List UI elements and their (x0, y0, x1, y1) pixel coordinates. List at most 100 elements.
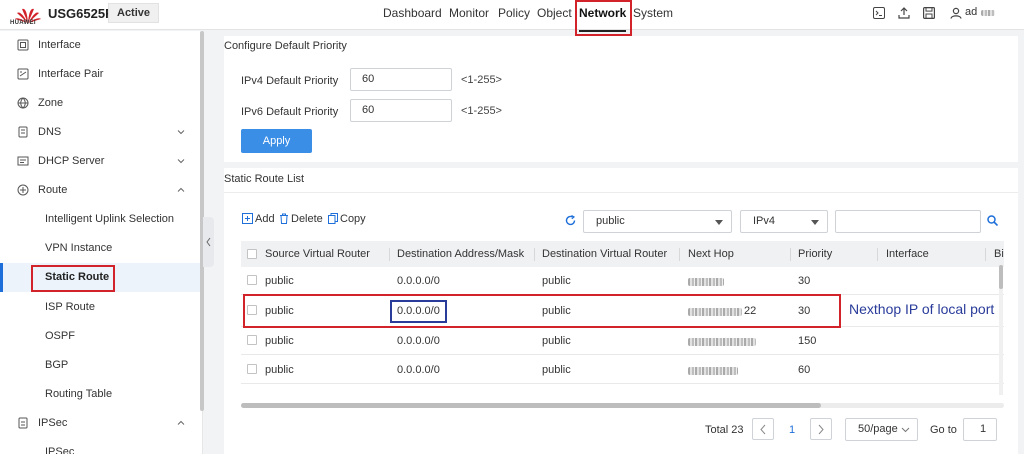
source-vr-cell: public (265, 275, 294, 287)
chevron-down-icon[interactable] (176, 156, 186, 166)
sidebar-item-ipsec[interactable]: IPSec (0, 409, 200, 438)
total-count: Total 23 (705, 424, 744, 436)
user-icon[interactable] (950, 7, 962, 19)
column-header[interactable]: Next Hop (688, 248, 734, 260)
sidebar-item-interface-pair[interactable]: Interface Pair (0, 60, 200, 89)
sidebar-item-label: Route (38, 184, 68, 196)
delete-button[interactable]: Delete (279, 213, 323, 225)
add-button[interactable]: Add (242, 213, 275, 225)
sidebar-item-bgp[interactable]: BGP (0, 351, 200, 380)
row-divider (241, 354, 1004, 355)
search-icon[interactable] (987, 215, 998, 226)
sidebar-item-label: Interface Pair (38, 68, 104, 80)
chevron-left-icon (206, 237, 211, 247)
column-header[interactable]: Destination Virtual Router (542, 248, 667, 260)
row-checkbox[interactable] (247, 275, 257, 285)
column-header[interactable]: Priority (798, 248, 832, 260)
network-highlight-box (575, 0, 632, 36)
redacted-ip (688, 278, 724, 286)
sidebar-item-dns[interactable]: DNS (0, 118, 200, 147)
redacted-user (981, 10, 995, 16)
search-input[interactable] (835, 210, 981, 233)
column-header[interactable]: Bi (994, 248, 1004, 260)
table-header: Source Virtual Router Destination Addres… (241, 241, 1004, 267)
sidebar-item-intelligent-uplink[interactable]: Intelligent Uplink Selection (0, 205, 200, 234)
sidebar-item-zone[interactable]: Zone (0, 89, 200, 118)
scroll-thumb[interactable] (241, 403, 821, 408)
sidebar-item-ipsec-child[interactable]: IPSec (0, 438, 200, 454)
priority-cell: 30 (798, 275, 811, 287)
interface-icon (17, 39, 29, 51)
nav-monitor[interactable]: Monitor (449, 0, 489, 30)
goto-page-input[interactable]: 1 (963, 418, 997, 441)
add-label: Add (255, 213, 275, 225)
sidebar-item-interface[interactable]: Interface (0, 31, 200, 60)
upload-icon[interactable] (898, 7, 910, 19)
nav-system[interactable]: System (633, 0, 673, 30)
sidebar-item-label: IPSec (45, 446, 75, 454)
sidebar: Interface Interface Pair Zone DNS DHCP S… (0, 31, 204, 454)
user-name[interactable]: ad (965, 6, 977, 18)
sidebar-item-label: DHCP Server (38, 155, 105, 167)
destination-vr-cell: public (542, 364, 571, 376)
row-checkbox[interactable] (247, 335, 257, 345)
trash-icon (280, 213, 288, 224)
prev-page-button[interactable] (752, 418, 774, 440)
ipv6-priority-label: IPv6 Default Priority (241, 106, 339, 118)
sidebar-item-route[interactable]: Route (0, 176, 200, 205)
table-horizontal-scrollbar[interactable] (241, 403, 1004, 408)
ipv6-priority-input[interactable]: 60 (350, 99, 452, 122)
chevron-up-icon[interactable] (176, 418, 186, 428)
sidebar-item-label: ISP Route (45, 301, 95, 313)
save-icon[interactable] (923, 7, 935, 19)
virtual-router-select[interactable]: public (583, 210, 732, 233)
row-divider (241, 383, 1004, 384)
column-header[interactable]: Interface (886, 248, 929, 260)
page-size-select[interactable]: 50/page (845, 418, 918, 441)
virtual-router-value: public (596, 215, 625, 227)
sidebar-item-ospf[interactable]: OSPF (0, 322, 200, 351)
divider (224, 192, 1018, 193)
nexthop-annotation: Nexthop IP of local port (849, 301, 995, 317)
status-badge: Active (108, 3, 160, 23)
ip-family-select[interactable]: IPv4 (740, 210, 828, 233)
sidebar-item-label: OSPF (45, 330, 75, 342)
sidebar-item-label: Routing Table (45, 388, 113, 400)
sidebar-item-dhcp-server[interactable]: DHCP Server (0, 147, 200, 176)
ip-family-value: IPv4 (753, 215, 776, 227)
current-page[interactable]: 1 (789, 424, 795, 436)
redacted-ip (688, 338, 756, 346)
select-all-checkbox[interactable] (247, 249, 257, 259)
nav-object[interactable]: Object (537, 0, 572, 30)
copy-button[interactable]: Copy (328, 213, 366, 225)
refresh-icon[interactable] (565, 215, 576, 226)
top-bar: HUAWEI USG6525F Active Dashboard Monitor… (0, 0, 1024, 32)
column-header[interactable]: Source Virtual Router (265, 248, 370, 260)
sidebar-item-label: IPSec (38, 417, 68, 429)
collapse-sidebar-button[interactable] (203, 217, 214, 267)
sidebar-item-label: Zone (38, 97, 64, 109)
destination-cell: 0.0.0.0/0 (397, 335, 440, 347)
chevron-down-icon[interactable] (176, 127, 186, 137)
terminal-icon[interactable] (873, 7, 885, 19)
next-page-button[interactable] (810, 418, 832, 440)
sidebar-item-routing-table[interactable]: Routing Table (0, 380, 200, 409)
sidebar-item-isp-route[interactable]: ISP Route (0, 293, 200, 322)
row-checkbox[interactable] (247, 364, 257, 374)
ipv4-range-hint: <1-255> (461, 74, 502, 86)
apply-button[interactable]: Apply (241, 129, 312, 153)
sidebar-item-label: Interface (38, 39, 81, 51)
nav-policy[interactable]: Policy (498, 0, 530, 30)
sidebar-item-vpn-instance[interactable]: VPN Instance (0, 234, 200, 263)
ipv4-priority-input[interactable]: 60 (350, 68, 452, 91)
table-vertical-scrollbar[interactable] (999, 265, 1003, 395)
chevron-up-icon[interactable] (176, 185, 186, 195)
column-header[interactable]: Destination Address/Mask (397, 248, 524, 260)
priority-panel-title: Configure Default Priority (224, 40, 347, 52)
destination-vr-cell: public (542, 335, 571, 347)
scroll-thumb[interactable] (999, 265, 1003, 289)
delete-label: Delete (291, 213, 323, 225)
static-route-highlight-box (31, 265, 115, 292)
nav-dashboard[interactable]: Dashboard (383, 0, 442, 30)
destination-cell: 0.0.0.0/0 (397, 275, 440, 287)
